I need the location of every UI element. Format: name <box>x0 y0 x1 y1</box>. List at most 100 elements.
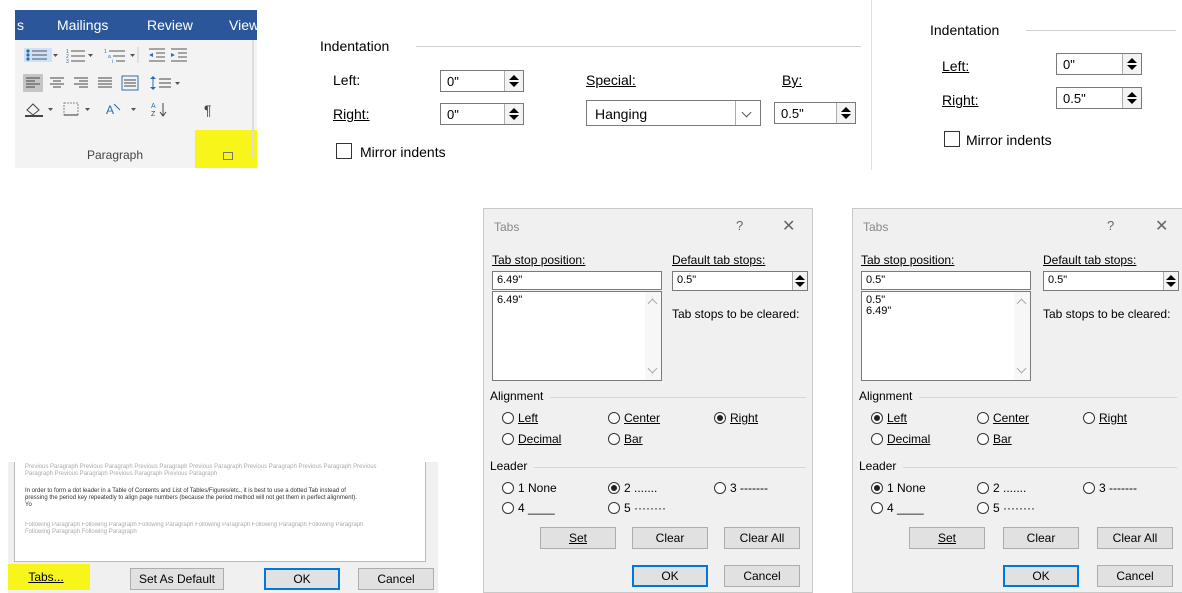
ok-button[interactable]: OK <box>264 568 340 590</box>
numbering-button[interactable]: 123 <box>65 46 95 64</box>
set-button[interactable]: Set <box>909 527 985 549</box>
list-item[interactable]: 6.49" <box>866 306 891 317</box>
clear-button[interactable]: Clear <box>632 527 708 549</box>
align-bar-radio[interactable]: Bar <box>977 432 1012 446</box>
tab-mailings[interactable]: Mailings <box>57 17 108 33</box>
ribbon-body: 123 1ai A A Z ¶ Paragraph <box>15 40 257 168</box>
leader-none-radio[interactable]: 1 None <box>502 481 557 495</box>
leader-middots-radio[interactable]: 5 ········ <box>608 501 666 515</box>
left-label: Left: <box>333 72 361 88</box>
align-decimal-radio[interactable]: Decimal <box>502 432 561 446</box>
distributed-button[interactable] <box>119 74 141 92</box>
left-indent-spinner[interactable]: 0" <box>1056 53 1142 75</box>
mirror-indents-label: Mirror indents <box>966 132 1052 148</box>
leader-dashes-radio[interactable]: 3 ------- <box>1083 481 1137 495</box>
leader-underline-radio[interactable]: 4 ____ <box>502 501 555 515</box>
preview-box: Previous Paragraph Previous Paragraph Pr… <box>14 462 426 562</box>
clear-all-button[interactable]: Clear All <box>1097 527 1173 549</box>
borders-button[interactable] <box>61 100 95 118</box>
ok-button[interactable]: OK <box>1003 565 1079 587</box>
leader-dashes-radio[interactable]: 3 ------- <box>714 481 768 495</box>
help-icon[interactable]: ? <box>1107 218 1114 233</box>
bullets-icon <box>24 48 58 62</box>
spinner-arrows-icon[interactable] <box>504 71 523 91</box>
ok-button[interactable]: OK <box>632 565 708 587</box>
set-button[interactable]: Set <box>540 527 616 549</box>
mirror-indents-checkbox[interactable] <box>336 143 352 159</box>
leader-dots-radio[interactable]: 2 ....... <box>608 481 657 495</box>
set-as-default-button[interactable]: Set As Default <box>130 568 224 590</box>
align-decimal-label: Decimal <box>887 432 931 446</box>
tab-stops-to-be-cleared-label: Tab stops to be cleared: <box>1043 307 1171 321</box>
default-tab-stops-spinner[interactable]: 0.5" <box>672 271 808 291</box>
bullets-button[interactable] <box>23 46 59 64</box>
mirror-indents-checkbox[interactable] <box>944 131 960 147</box>
spinner-arrows-icon[interactable] <box>1122 88 1141 108</box>
spinner-arrows-icon[interactable] <box>1163 272 1178 290</box>
align-decimal-radio[interactable]: Decimal <box>871 432 930 446</box>
leader-dots-radio[interactable]: 2 ....... <box>977 481 1026 495</box>
increase-indent-button[interactable] <box>169 46 189 64</box>
center-button[interactable] <box>47 74 67 92</box>
right-indent-spinner[interactable]: 0" <box>440 103 524 125</box>
clear-button[interactable]: Clear <box>1003 527 1079 549</box>
tab-review[interactable]: Review <box>147 17 193 33</box>
align-center-radio[interactable]: Center <box>977 411 1029 425</box>
spinner-arrows-icon[interactable] <box>1122 54 1141 74</box>
tab-stop-list[interactable]: 6.49" <box>492 291 662 381</box>
shading-button[interactable] <box>23 100 57 118</box>
align-left-button[interactable] <box>23 74 43 92</box>
tab-view[interactable]: View <box>229 17 257 33</box>
tabs-button[interactable]: Tabs... <box>14 567 78 589</box>
align-right-radio[interactable]: Right <box>1083 411 1127 425</box>
leader-middots-radio[interactable]: 5 ········ <box>977 501 1035 515</box>
dialog-launcher-icon[interactable] <box>223 152 233 160</box>
scroll-up-icon[interactable] <box>647 298 658 309</box>
clear-all-button[interactable]: Clear All <box>724 527 800 549</box>
multilevel-list-button[interactable]: 1ai <box>103 46 139 64</box>
cancel-button[interactable]: Cancel <box>1097 565 1173 587</box>
spinner-arrows-icon[interactable] <box>836 103 855 123</box>
align-left-radio[interactable]: Left <box>871 411 907 425</box>
scrollbar[interactable] <box>1014 292 1030 380</box>
justify-button[interactable] <box>95 74 115 92</box>
align-center-radio[interactable]: Center <box>608 411 660 425</box>
tab-stop-position-input[interactable]: 6.49" <box>492 271 662 290</box>
close-icon[interactable]: ✕ <box>782 216 795 236</box>
align-right-radio[interactable]: Right <box>714 411 758 425</box>
close-icon[interactable]: ✕ <box>1155 216 1168 236</box>
cancel-button[interactable]: Cancel <box>724 565 800 587</box>
line-spacing-button[interactable] <box>149 74 183 92</box>
scroll-up-icon[interactable] <box>1016 298 1027 309</box>
decrease-indent-button[interactable] <box>147 46 167 64</box>
cancel-button[interactable]: Cancel <box>358 568 434 590</box>
default-tab-stops-spinner[interactable]: 0.5" <box>1043 271 1179 291</box>
right-indent-value: 0" <box>447 107 459 122</box>
by-spinner[interactable]: 0.5" <box>774 102 856 124</box>
align-left-radio[interactable]: Left <box>502 411 538 425</box>
show-hide-button[interactable]: ¶ <box>201 100 219 118</box>
align-bar-radio[interactable]: Bar <box>608 432 643 446</box>
left-indent-spinner[interactable]: 0" <box>440 70 524 92</box>
list-item[interactable]: 6.49" <box>497 295 522 306</box>
tab-stop-position-input[interactable]: 0.5" <box>861 271 1031 290</box>
chevron-down-icon[interactable] <box>735 101 760 125</box>
sort-text-button[interactable]: A <box>103 100 141 118</box>
help-icon[interactable]: ? <box>736 218 743 233</box>
spinner-arrows-icon[interactable] <box>792 272 807 290</box>
clear-label: Clear <box>1026 531 1056 545</box>
leader-underline-radio[interactable]: 4 ____ <box>871 501 924 515</box>
align-right-button[interactable] <box>71 74 91 92</box>
leader-none-radio[interactable]: 1 None <box>871 481 926 495</box>
leader-dashes-label: 3 ------- <box>730 481 768 495</box>
leader-middots-label: 5 ········ <box>993 501 1035 515</box>
special-dropdown[interactable]: Hanging <box>586 100 761 126</box>
left-label: Left: <box>942 58 970 74</box>
scrollbar[interactable] <box>645 292 661 380</box>
tab-stop-list[interactable]: 0.5" 6.49" <box>861 291 1031 381</box>
right-indent-spinner[interactable]: 0.5" <box>1056 87 1142 109</box>
scroll-down-icon[interactable] <box>1016 363 1027 374</box>
sort-button[interactable]: AZ <box>149 100 169 118</box>
spinner-arrows-icon[interactable] <box>504 104 523 124</box>
scroll-down-icon[interactable] <box>647 363 658 374</box>
